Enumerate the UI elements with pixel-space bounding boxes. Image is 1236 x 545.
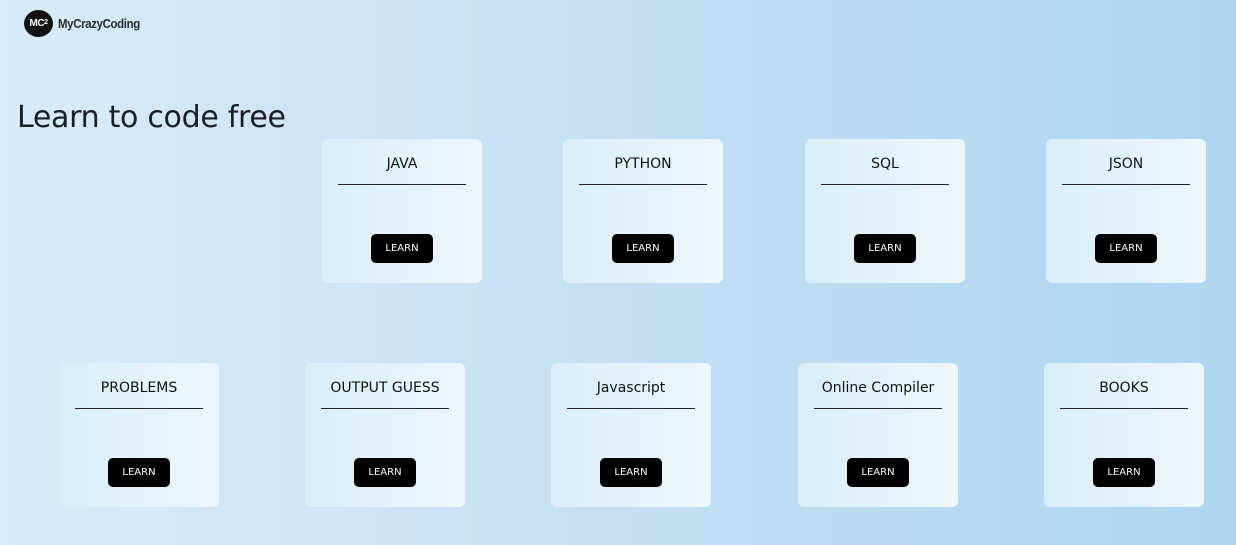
course-card-json: JSON LEARN bbox=[1046, 139, 1206, 283]
learn-button-books[interactable]: LEARN bbox=[1093, 458, 1155, 487]
card-divider bbox=[75, 408, 203, 409]
learn-button-javascript[interactable]: LEARN bbox=[600, 458, 662, 487]
logo-badge-superscript: 2 bbox=[44, 19, 48, 26]
learn-button-sql[interactable]: LEARN bbox=[854, 234, 916, 263]
card-title: PYTHON bbox=[614, 156, 672, 172]
card-divider bbox=[1062, 184, 1190, 185]
card-title: PROBLEMS bbox=[100, 380, 178, 396]
learn-button-json[interactable]: LEARN bbox=[1095, 234, 1157, 263]
logo-text: MyCrazyCoding bbox=[58, 16, 140, 31]
course-card-python: PYTHON LEARN bbox=[563, 139, 723, 283]
course-card-java: JAVA LEARN bbox=[322, 139, 482, 283]
card-divider bbox=[338, 184, 466, 185]
course-card-books: BOOKS LEARN bbox=[1044, 363, 1204, 507]
logo-badge-text: MC bbox=[29, 18, 45, 29]
card-title: JAVA bbox=[386, 156, 418, 172]
card-title: Javascript bbox=[596, 380, 666, 396]
card-title: BOOKS bbox=[1099, 380, 1149, 396]
card-title: Online Compiler bbox=[821, 380, 935, 396]
card-title: JSON bbox=[1108, 156, 1144, 172]
course-card-javascript: Javascript LEARN bbox=[551, 363, 711, 507]
card-divider bbox=[321, 408, 449, 409]
page-title: Learn to code free bbox=[17, 100, 286, 135]
card-divider bbox=[1060, 408, 1188, 409]
card-divider bbox=[814, 408, 942, 409]
card-title: OUTPUT GUESS bbox=[330, 380, 440, 396]
learn-button-online-compiler[interactable]: LEARN bbox=[847, 458, 909, 487]
course-card-sql: SQL LEARN bbox=[805, 139, 965, 283]
card-divider bbox=[567, 408, 695, 409]
card-divider bbox=[579, 184, 707, 185]
course-card-problems: PROBLEMS LEARN bbox=[59, 363, 219, 507]
card-title: SQL bbox=[871, 156, 899, 172]
logo-badge-icon: MC 2 bbox=[24, 10, 53, 37]
learn-button-output-guess[interactable]: LEARN bbox=[354, 458, 416, 487]
site-logo[interactable]: MC 2 MyCrazyCoding bbox=[24, 10, 151, 37]
learn-button-python[interactable]: LEARN bbox=[612, 234, 674, 263]
learn-button-java[interactable]: LEARN bbox=[371, 234, 433, 263]
learn-button-problems[interactable]: LEARN bbox=[108, 458, 170, 487]
course-card-output-guess: OUTPUT GUESS LEARN bbox=[305, 363, 465, 507]
course-card-online-compiler: Online Compiler LEARN bbox=[798, 363, 958, 507]
card-divider bbox=[821, 184, 949, 185]
